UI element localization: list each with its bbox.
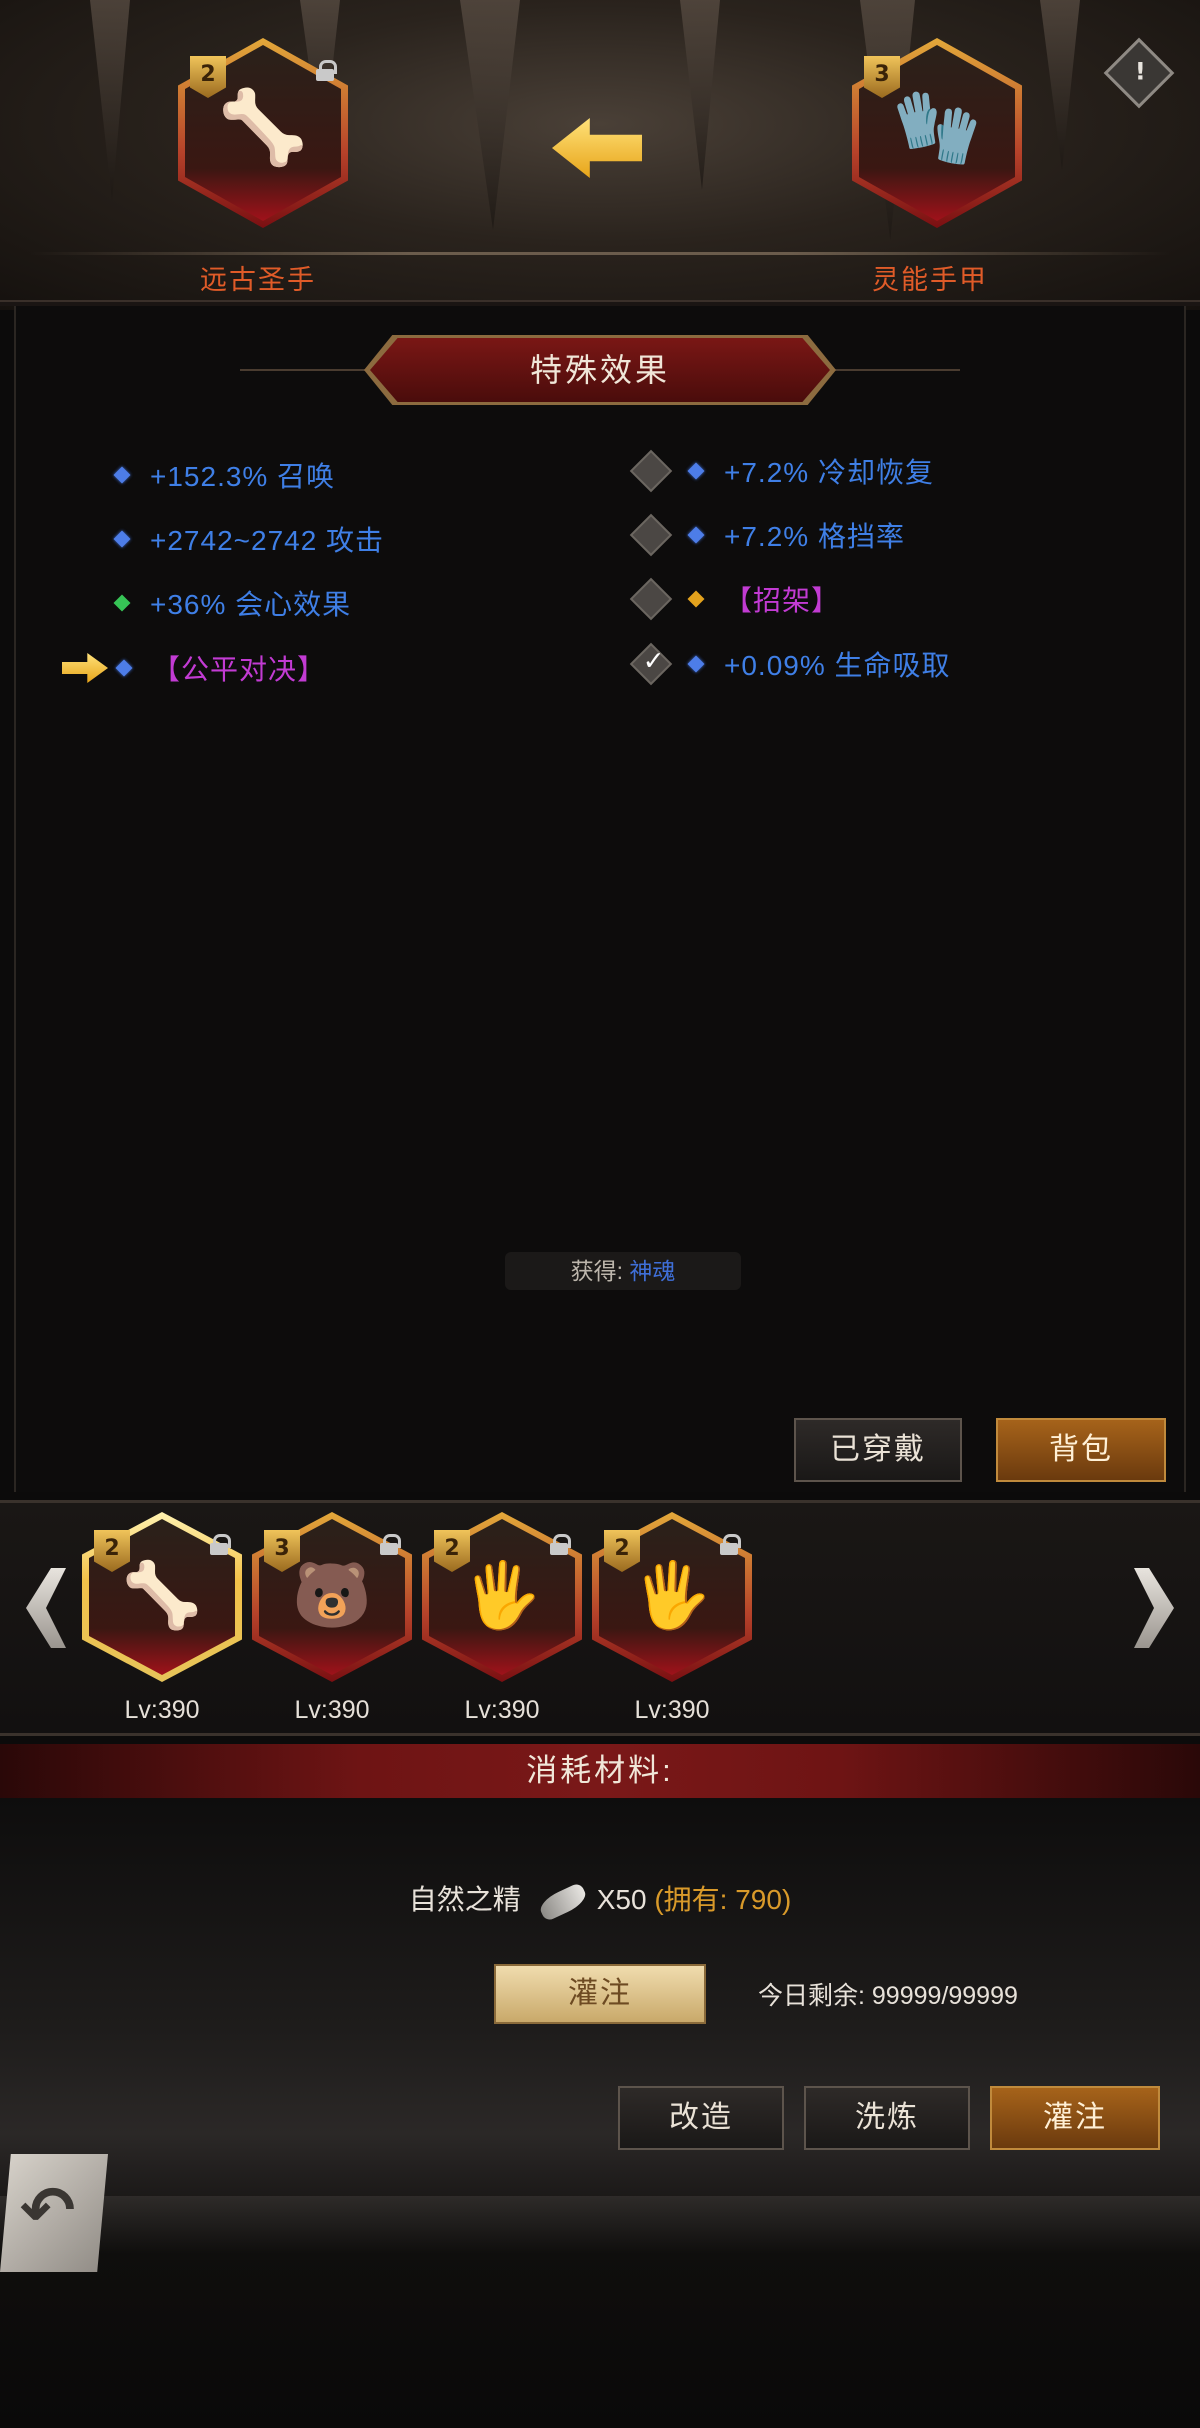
header-divider	[30, 252, 1170, 255]
remaining-label: 今日剩余:	[758, 1982, 865, 2010]
materials-header: 消耗材料:	[0, 1744, 1200, 1798]
stat-text: 【招架】	[724, 585, 841, 616]
carousel-item[interactable]: 🖐 2	[422, 1512, 582, 1702]
lock-icon	[720, 1534, 741, 1555]
infuse-button[interactable]: 灌注	[990, 2086, 1160, 2150]
title-line-left	[240, 369, 370, 371]
stat-line: +7.2% 格挡率	[629, 512, 905, 558]
stat-text: 【公平对决】	[152, 654, 327, 685]
daily-remaining: 今日剩余: 99999/99999	[758, 1976, 1018, 2012]
item-level: Lv:390	[634, 1696, 710, 1724]
material-owned: (拥有: 790)	[654, 1884, 792, 1915]
lock-icon	[550, 1534, 571, 1555]
material-qty: X50	[596, 1884, 647, 1915]
lock-toggle[interactable]	[629, 577, 673, 621]
stat-line: +2742~2742 攻击	[113, 516, 385, 562]
feather-icon	[536, 1881, 590, 1922]
gem-icon	[115, 659, 133, 677]
lock-toggle[interactable]	[629, 449, 673, 493]
exclamation-icon: !	[1134, 57, 1146, 86]
pointer-arrow-icon	[62, 653, 108, 683]
stat-line-highlighted[interactable]: 【公平对决】	[62, 645, 326, 691]
source-item-slot[interactable]: 🦴 2	[178, 38, 348, 228]
lock-icon[interactable]	[316, 60, 337, 81]
item-level: Lv:390	[124, 1696, 200, 1724]
stat-line: +152.3% 召唤	[113, 452, 336, 498]
stat-text: +36% 会心效果	[150, 589, 352, 620]
title-line-right	[830, 369, 960, 371]
item-level: Lv:390	[464, 1696, 540, 1724]
gem-icon	[687, 590, 705, 608]
stalactite	[1040, 0, 1080, 170]
stat-text: +152.3% 召唤	[150, 461, 336, 492]
carousel-item[interactable]: 🐻 3	[252, 1512, 412, 1702]
section-title-wrap: 特殊效果	[240, 335, 960, 405]
stat-text: +7.2% 冷却恢复	[724, 457, 934, 488]
lock-toggle-checked[interactable]	[629, 642, 673, 686]
section-title: 特殊效果	[370, 338, 830, 402]
gem-icon	[113, 594, 131, 612]
backpack-button[interactable]: 背包	[996, 1418, 1166, 1482]
remaining-value: 99999/99999	[871, 1982, 1018, 2010]
back-button[interactable]: ↶	[0, 2154, 108, 2272]
stat-text: +2742~2742 攻击	[150, 525, 385, 556]
equipped-button[interactable]: 已穿戴	[794, 1418, 962, 1482]
chevron-right-icon[interactable]	[1134, 1568, 1184, 1648]
source-value[interactable]: 神魂	[629, 1258, 675, 1284]
material-cost: 自然之精 X50 (拥有: 790)	[0, 1878, 1200, 1922]
reforge-button[interactable]: 改造	[618, 2086, 784, 2150]
stat-line: +7.2% 冷却恢复	[629, 448, 934, 494]
stalactite	[90, 0, 130, 200]
gem-icon	[687, 526, 705, 544]
stalactite	[680, 0, 720, 190]
source-item-name: 远古圣手	[200, 265, 316, 295]
back-arrow-icon: ↶	[20, 2172, 76, 2249]
stat-line: 【招架】	[629, 576, 841, 622]
stat-line: +0.09% 生命吸取	[629, 641, 951, 687]
carousel-item[interactable]: 🖐 2	[592, 1512, 752, 1702]
target-item-slot[interactable]: 🧤 3	[852, 38, 1022, 228]
stat-text: +0.09% 生命吸取	[724, 650, 951, 681]
source-info: 获得: 神魂	[505, 1252, 741, 1290]
item-level: Lv:390	[294, 1696, 370, 1724]
ground-background	[0, 2196, 1200, 2428]
carousel-item[interactable]: 🦴 2	[82, 1512, 242, 1702]
refine-button[interactable]: 洗炼	[804, 2086, 970, 2150]
gem-icon	[113, 466, 131, 484]
gem-icon	[687, 655, 705, 673]
source-label: 获得:	[570, 1258, 623, 1284]
lock-icon	[210, 1534, 231, 1555]
gem-icon	[687, 462, 705, 480]
target-item-name: 灵能手甲	[872, 265, 988, 295]
lock-toggle[interactable]	[629, 513, 673, 557]
gem-icon	[113, 530, 131, 548]
stat-line: +36% 会心效果	[113, 580, 352, 626]
stalactite	[460, 0, 520, 230]
stat-text: +7.2% 格挡率	[724, 521, 905, 552]
lock-icon	[380, 1534, 401, 1555]
infuse-material-button[interactable]: 灌注	[494, 1964, 706, 2024]
chevron-left-icon[interactable]	[16, 1568, 66, 1648]
material-name: 自然之精	[408, 1884, 521, 1915]
